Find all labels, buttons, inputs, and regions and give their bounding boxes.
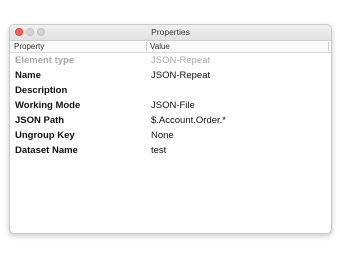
table-row-json-path[interactable]: JSON Path $.Account.Order.* xyxy=(10,113,331,128)
table-row-working-mode[interactable]: Working Mode JSON-File xyxy=(10,98,331,113)
property-label: Description xyxy=(15,85,68,96)
window-title: Properties xyxy=(151,27,190,37)
property-table: Element type JSON-Repeat Name JSON-Repea… xyxy=(10,53,331,158)
property-label: Ungroup Key xyxy=(15,130,75,141)
property-value[interactable]: JSON-File xyxy=(151,98,195,113)
property-value[interactable]: None xyxy=(151,128,174,143)
column-header-property[interactable]: Property xyxy=(14,41,44,52)
table-row-name[interactable]: Name JSON-Repeat xyxy=(10,68,331,83)
table-row-element-type[interactable]: Element type JSON-Repeat xyxy=(10,53,331,68)
property-label: JSON Path xyxy=(15,115,65,126)
column-divider[interactable] xyxy=(146,42,147,51)
property-label: Working Mode xyxy=(15,100,81,111)
table-row-dataset-name[interactable]: Dataset Name test xyxy=(10,143,331,158)
property-label: Dataset Name xyxy=(15,145,78,156)
property-label: Name xyxy=(15,70,41,81)
table-row-description[interactable]: Description xyxy=(10,83,331,98)
property-value: JSON-Repeat xyxy=(151,55,211,66)
column-divider-end xyxy=(328,42,329,51)
column-header-value[interactable]: Value xyxy=(150,41,170,52)
table-row-ungroup-key[interactable]: Ungroup Key None xyxy=(10,128,331,143)
table-header: Property Value xyxy=(10,41,331,53)
property-value[interactable]: $.Account.Order.* xyxy=(151,113,226,128)
property-value[interactable]: JSON-Repeat xyxy=(151,68,210,83)
property-value[interactable]: test xyxy=(151,143,166,158)
title-bar[interactable]: Properties xyxy=(10,25,331,41)
property-label: Element type xyxy=(15,55,75,66)
properties-window: Properties Property Value Element type J… xyxy=(9,24,332,234)
